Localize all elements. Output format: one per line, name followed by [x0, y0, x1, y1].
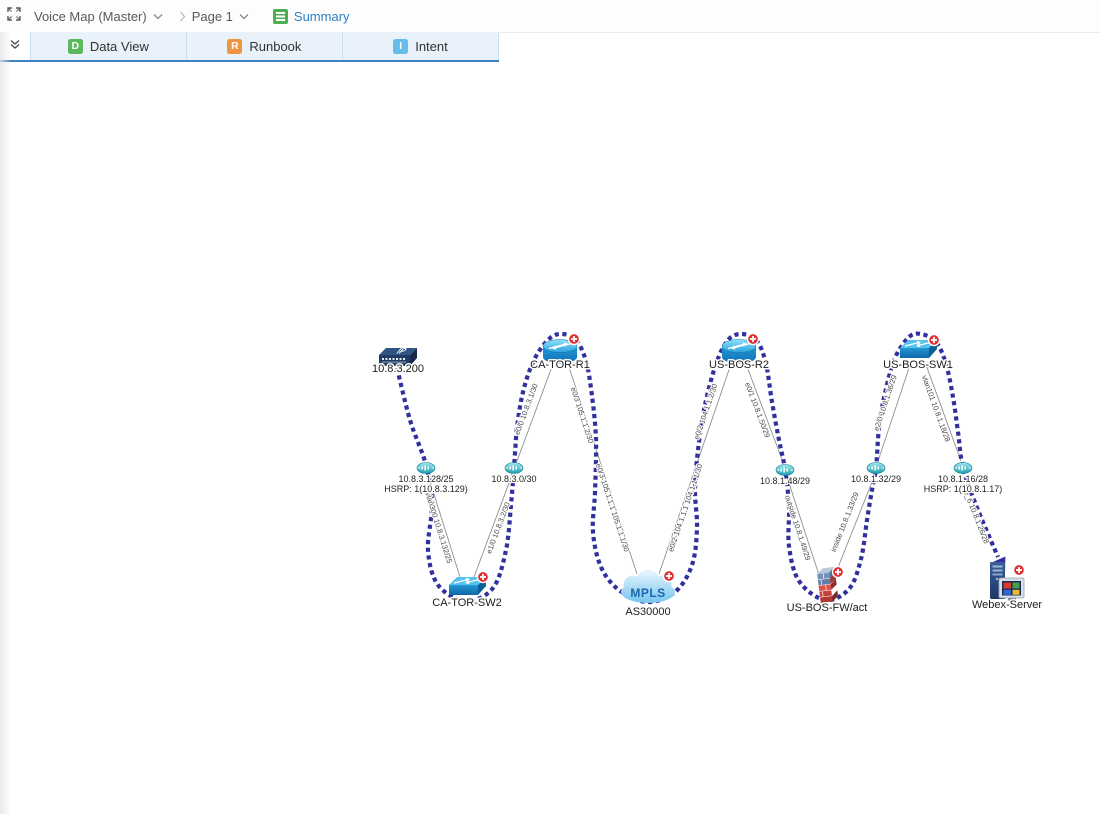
- media-node-10.8.1.48/29[interactable]: [775, 464, 795, 476]
- alert-plus-icon[interactable]: [476, 570, 490, 584]
- alert-plus-icon[interactable]: [746, 332, 760, 346]
- device-AS30000[interactable]: MPLS: [621, 569, 676, 604]
- device-label: AS30000: [625, 606, 670, 618]
- media-node-label: HSRP: 1(10.8.3.129): [384, 484, 468, 494]
- tab-data-view[interactable]: D Data View: [29, 32, 186, 60]
- intent-icon: I: [393, 38, 409, 54]
- media-node-label: 10.8.1.16/28: [938, 474, 988, 484]
- media-node-10.8.3.128/25[interactable]: [416, 462, 436, 474]
- data-view-icon: D: [67, 38, 83, 54]
- link-label: outside 10.8.1.49/29: [783, 494, 813, 561]
- map-title: Voice Map (Master): [34, 8, 147, 24]
- link-label: e0/1 10.8.1.50/29: [743, 381, 772, 439]
- tab-label: Data View: [89, 38, 149, 54]
- device-label: Webex-Server: [972, 599, 1042, 611]
- chevron-down-icon: [153, 7, 163, 25]
- runbook-icon: R: [227, 38, 243, 54]
- link-label: e_6 10.8.1.26/28: [962, 489, 991, 545]
- device-label: US-BOS-R2: [709, 359, 769, 371]
- breadcrumb-separator-icon: [179, 11, 186, 22]
- tab-label: Runbook: [249, 38, 302, 54]
- media-node-label: 10.8.1.32/29: [851, 474, 901, 484]
- page-label: Page 1: [191, 8, 233, 24]
- link-label: e0/2 104.1.1.2/30: [692, 383, 719, 441]
- device-label: US-BOS-FW/act: [787, 602, 868, 614]
- media-node-10.8.1.32/29[interactable]: [866, 462, 886, 474]
- device-label: CA-TOR-R1: [530, 359, 590, 371]
- topology-svg: IPMPLSe0/0 10.8.3.1/30 e0/3 105.1.1.2/30e…: [371, 331, 1044, 620]
- media-node-label: 10.8.1.48/29: [760, 476, 810, 486]
- device-label: CA-TOR-SW2: [432, 597, 501, 609]
- alert-plus-icon[interactable]: [927, 333, 941, 347]
- map-title-dropdown[interactable]: Voice Map (Master): [34, 7, 163, 25]
- link-label: e2/0 10.8.1.36/29: [872, 374, 899, 432]
- alert-plus-icon[interactable]: [567, 332, 581, 346]
- device-CA-TOR-SW2[interactable]: [449, 570, 490, 596]
- page-selector-dropdown[interactable]: Page 1: [192, 7, 249, 25]
- media-node-label: 10.8.3.128/25: [398, 474, 453, 484]
- tab-intent[interactable]: I Intent: [341, 32, 499, 60]
- link-label: e0/2-104.1.1.1 104.1.1.1/30: [666, 463, 704, 553]
- link-label: e0/0 10.8.3.1/30: [512, 382, 539, 436]
- chevron-down-icon: [239, 7, 249, 25]
- double-chevron-down-icon: [9, 37, 21, 55]
- media-node-label: HSRP: 1(10.8.1.17): [924, 484, 1003, 494]
- svg-text:MPLS: MPLS: [630, 586, 665, 600]
- device-label: 10.8.3.200: [372, 363, 424, 375]
- media-node-label: 10.8.3.0/30: [491, 474, 536, 484]
- media-node-10.8.1.16/28[interactable]: [953, 462, 973, 474]
- tab-label: Intent: [415, 38, 448, 54]
- summary-label: Summary: [293, 8, 350, 24]
- alert-plus-icon[interactable]: [831, 565, 845, 579]
- collapse-tabs-button[interactable]: [0, 32, 30, 60]
- fullscreen-button[interactable]: [0, 0, 28, 32]
- summary-list-icon: [272, 8, 288, 24]
- alert-plus-icon[interactable]: [1012, 563, 1026, 577]
- link-label: vlan101 10.8.1.18/28: [920, 374, 952, 443]
- alert-plus-icon[interactable]: [662, 569, 676, 583]
- link-label: e0/3-105.1.1.1 105.1.1.1/30: [594, 462, 631, 552]
- voice-map-page: IP MPLS e0/0 10.8.3.1/30 e0/3 105.1.1.2/30 e…: [0, 0, 1101, 814]
- map-toolbar: Voice Map (Master) Page 1 Summary: [0, 0, 1101, 33]
- topology-link[interactable]: [473, 474, 513, 578]
- tab-runbook[interactable]: R Runbook: [185, 32, 342, 60]
- device-Webex-Server[interactable]: [990, 562, 1026, 601]
- summary-button[interactable]: Summary: [272, 8, 350, 24]
- map-tab-bar: D Data View R Runbook I Intent: [0, 32, 499, 62]
- media-node-10.8.3.0/30[interactable]: [504, 462, 524, 474]
- fullscreen-icon: [6, 6, 22, 27]
- device-label: US-BOS-SW1: [883, 359, 953, 371]
- map-canvas[interactable]: IP MPLS e0/0 10.8.3.1/30 e0/3 105.1.1.2/30 e…: [0, 0, 1101, 814]
